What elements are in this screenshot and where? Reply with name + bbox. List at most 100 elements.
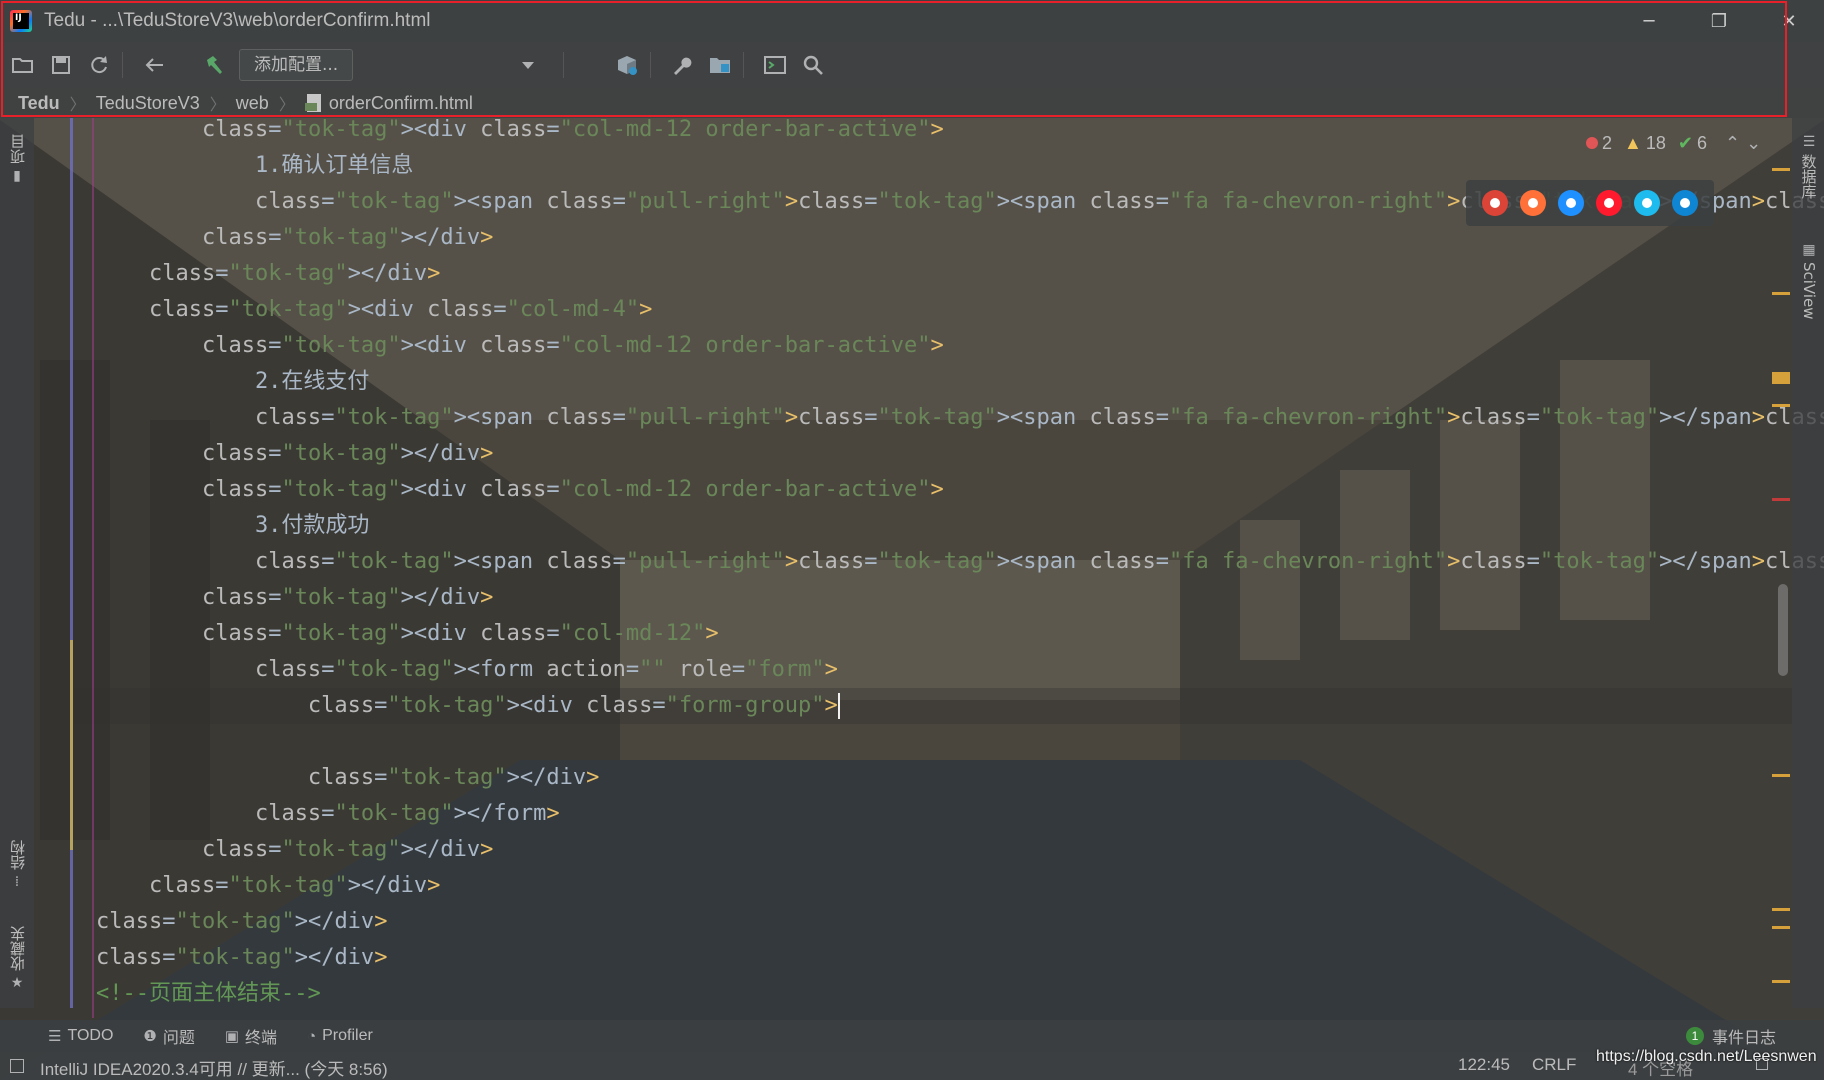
breadcrumb-item-folder[interactable]: web xyxy=(236,93,269,114)
code-line[interactable]: class="tok-tag"><form action="" role="fo… xyxy=(96,652,1776,688)
inspection-widget[interactable]: 2 ▲ 18 ✔ 6 ⌃ ⌄ xyxy=(1586,130,1761,156)
problems-tool-button[interactable]: ❶ 问题 xyxy=(143,1024,194,1048)
warning-stripe-marker[interactable] xyxy=(1772,908,1790,911)
code-line[interactable]: class="tok-tag"></div> xyxy=(96,436,1776,472)
favorites-tool-tab[interactable]: 收藏夹 ★ xyxy=(4,926,30,991)
code-line[interactable] xyxy=(96,724,1776,760)
folder-icon: ▮ xyxy=(13,168,21,184)
error-stripe-marker[interactable] xyxy=(1772,498,1790,501)
list-icon: ☰ xyxy=(48,1028,62,1045)
status-message[interactable]: IntelliJ IDEA2020.3.4可用 // 更新... (今天 8:5… xyxy=(40,1055,388,1080)
edge-icon[interactable] xyxy=(1672,190,1698,216)
code-line[interactable]: class="tok-tag"></div> xyxy=(96,580,1776,616)
text-caret xyxy=(837,693,840,719)
status-bar: IntelliJ IDEA2020.3.4可用 // 更新... (今天 8:5… xyxy=(0,1052,1824,1080)
breadcrumb: Tedu 〉 TeduStoreV3 〉 web 〉 orderConfirm.… xyxy=(0,88,1824,118)
code-line[interactable]: class="tok-tag"><div class="col-md-4"> xyxy=(96,292,1776,328)
open-folder-icon[interactable] xyxy=(8,50,38,80)
line-separator[interactable]: CRLF xyxy=(1532,1055,1576,1075)
back-arrow-icon[interactable] xyxy=(139,50,169,80)
left-tool-strip: 项目 ▮ 结构 ⁞ 收藏夹 ★ xyxy=(0,118,34,1008)
code-line[interactable]: <!--页面主体结束--> xyxy=(96,976,1776,1012)
structure-tool-tab[interactable]: 结构 ⁞ xyxy=(4,840,30,890)
opera-icon[interactable] xyxy=(1596,190,1622,216)
terminal-icon[interactable] xyxy=(760,50,790,80)
event-log-label: 事件日志 xyxy=(1712,1030,1777,1047)
watermark: https://blog.csdn.net/Leesnwen xyxy=(1596,1048,1817,1065)
terminal-tool-button[interactable]: ▣ 终端 xyxy=(225,1024,277,1048)
chrome-icon[interactable] xyxy=(1482,190,1508,216)
project-tool-tab[interactable]: 项目 ▮ xyxy=(4,134,30,184)
code-line[interactable]: class="tok-tag"><span class="pull-right"… xyxy=(96,400,1824,436)
title-bar: IJ Tedu - ...\TeduStoreV3\web\orderConfi… xyxy=(0,0,1824,42)
save-icon[interactable] xyxy=(46,50,76,80)
sync-icon[interactable] xyxy=(84,50,114,80)
breadcrumb-item-file[interactable]: orderConfirm.html xyxy=(329,93,473,114)
chevron-down-icon[interactable] xyxy=(513,50,543,80)
sciview-tool-tab[interactable]: ▦ SciView xyxy=(1798,242,1820,320)
database-tool-tab[interactable]: ☰ 数据库 xyxy=(1798,134,1820,199)
code-line[interactable]: class="tok-tag"><div class="form-group"> xyxy=(96,688,1776,724)
code-line[interactable]: class="tok-tag"></div> xyxy=(96,904,1776,940)
code-line[interactable]: 1.确认订单信息 xyxy=(96,148,1776,184)
close-button[interactable]: ✕ xyxy=(1754,0,1824,42)
code-line[interactable]: class="tok-tag"></form> xyxy=(96,796,1776,832)
structure-tab-label: 结构 xyxy=(8,840,27,870)
build-hammer-icon[interactable] xyxy=(199,50,229,80)
sciview-tab-label: SciView xyxy=(1800,262,1818,320)
breadcrumb-item-module[interactable]: TeduStoreV3 xyxy=(96,93,200,114)
code-line[interactable]: class="tok-tag"><span class="pull-right"… xyxy=(96,544,1824,580)
code-line[interactable]: class="tok-tag"></div> xyxy=(96,868,1776,904)
code-line[interactable]: class="tok-tag"></div> xyxy=(96,832,1776,868)
code-line[interactable]: class="tok-tag"><div class="col-md-12 or… xyxy=(96,328,1776,364)
wrench-icon[interactable] xyxy=(667,50,697,80)
code-line[interactable]: class="tok-tag"></div> xyxy=(96,940,1776,976)
status-toggle-icon[interactable] xyxy=(10,1059,24,1073)
warning-stripe-marker[interactable] xyxy=(1772,774,1790,777)
run-config-dropdown[interactable]: 添加配置... xyxy=(239,49,354,81)
gutter-change-marker xyxy=(70,118,73,1008)
safari-icon[interactable] xyxy=(1558,190,1584,216)
warning-count[interactable]: ▲ 18 xyxy=(1624,133,1666,154)
code-line[interactable]: class="tok-tag"></div> xyxy=(96,760,1776,796)
chevron-down-icon[interactable]: ⌄ xyxy=(1746,133,1761,154)
code-line[interactable]: class="tok-tag"><div class="col-md-12 or… xyxy=(96,472,1776,508)
chevron-up-icon[interactable]: ⌃ xyxy=(1725,133,1740,154)
warning-stripe-marker[interactable] xyxy=(1772,926,1790,929)
database-tab-label: 数据库 xyxy=(1799,154,1818,199)
breadcrumb-item-project[interactable]: Tedu xyxy=(18,93,60,114)
warning-stripe-marker[interactable] xyxy=(1772,292,1790,295)
warning-count-value: 18 xyxy=(1645,132,1666,153)
favorites-tab-label: 收藏夹 xyxy=(8,926,27,971)
minimize-button[interactable]: ─ xyxy=(1614,0,1684,42)
profiler-tool-button[interactable]: ◔ Profiler xyxy=(307,1027,373,1045)
warning-stripe-marker[interactable] xyxy=(1772,372,1790,384)
code-line[interactable]: 2.在线支付 xyxy=(96,364,1776,400)
vertical-scrollbar-thumb[interactable] xyxy=(1778,584,1788,676)
browser-preview-bar xyxy=(1466,180,1714,226)
terminal-label: 终端 xyxy=(245,1030,278,1047)
package-icon[interactable] xyxy=(612,50,642,80)
ok-count[interactable]: ✔ 6 xyxy=(1678,133,1707,154)
code-line[interactable]: 3.付款成功 xyxy=(96,508,1776,544)
warning-stripe-marker[interactable] xyxy=(1772,168,1790,171)
restore-button[interactable]: ❐ xyxy=(1684,0,1754,42)
toolbar-separator xyxy=(122,52,123,78)
project-structure-icon[interactable] xyxy=(705,50,735,80)
event-log-badge: 1 xyxy=(1686,1027,1704,1045)
ok-count-value: 6 xyxy=(1696,132,1707,153)
internet-explorer-icon[interactable] xyxy=(1634,190,1660,216)
code-line[interactable]: class="tok-tag"><div class="col-md-12"> xyxy=(96,616,1776,652)
code-line[interactable]: class="tok-tag"></div> xyxy=(96,256,1776,292)
warning-stripe-marker[interactable] xyxy=(1772,980,1790,983)
firefox-icon[interactable] xyxy=(1520,190,1546,216)
error-count[interactable]: 2 xyxy=(1586,133,1612,154)
modified-lines-marker xyxy=(70,640,73,850)
caret-position[interactable]: 122:45 xyxy=(1458,1055,1510,1075)
todo-tool-button[interactable]: ☰ TODO xyxy=(48,1027,113,1045)
code-editor[interactable]: class="tok-tag"><div class="col-md-12 or… xyxy=(96,112,1824,1012)
toolbar-separator xyxy=(650,52,652,78)
warning-stripe-marker[interactable] xyxy=(1772,404,1790,407)
intellij-logo-icon: IJ xyxy=(10,10,32,32)
search-icon[interactable] xyxy=(798,50,828,80)
